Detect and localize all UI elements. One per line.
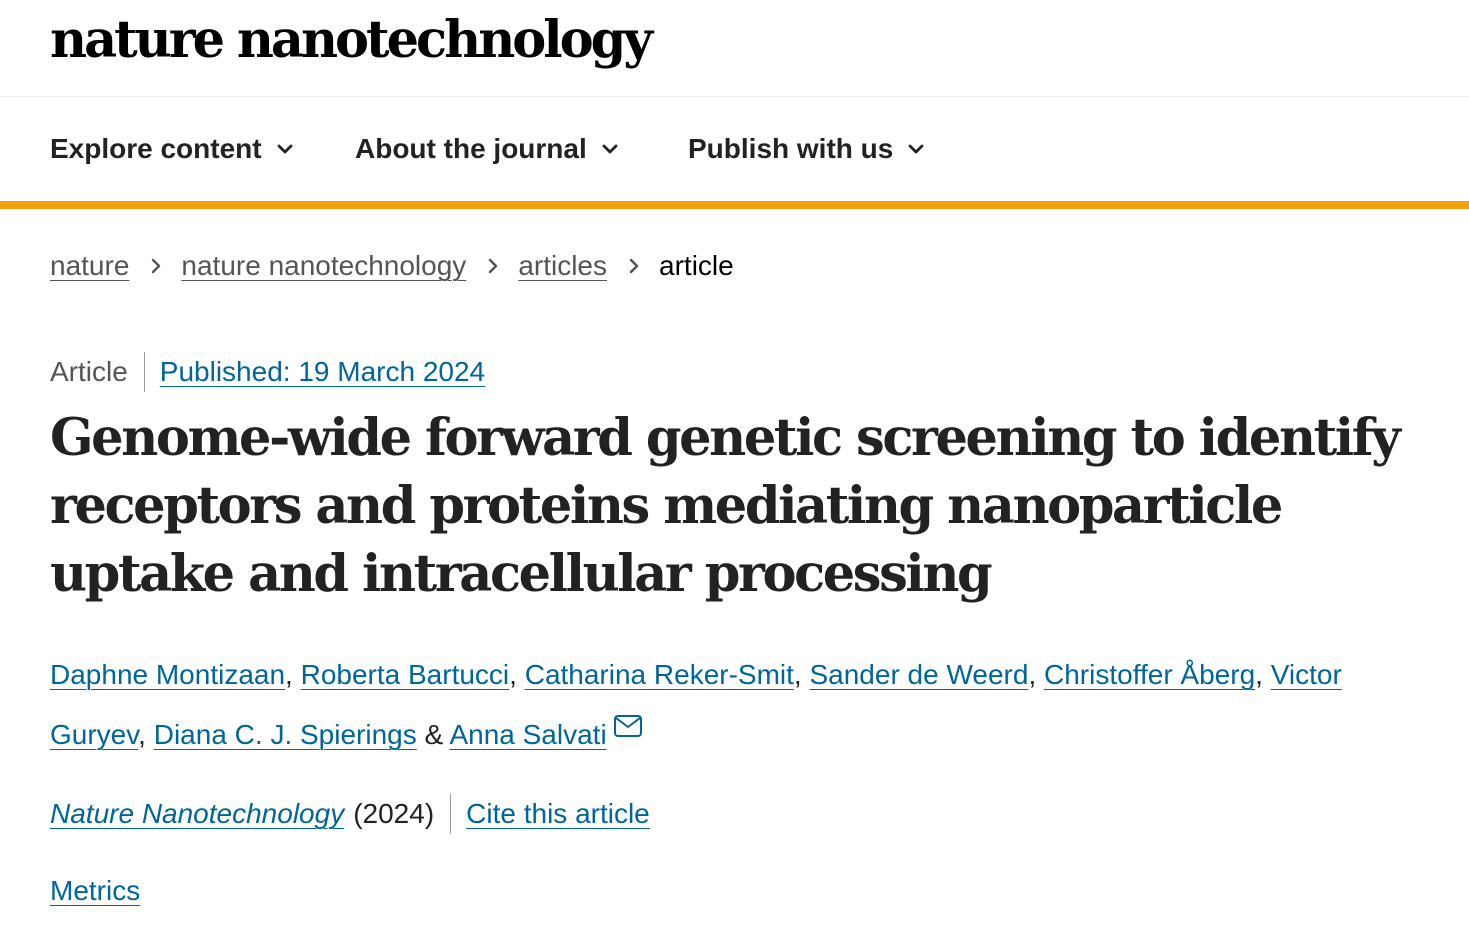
article-title: Genome-wide forward genetic screening to… xyxy=(50,408,1401,604)
author-separator: , xyxy=(509,659,525,690)
breadcrumb-current: article xyxy=(659,250,734,281)
author-separator: , xyxy=(1255,659,1271,690)
author-separator: , xyxy=(1028,659,1045,690)
cite-this-article-link[interactable]: Cite this article xyxy=(466,798,650,830)
nav-item-label: Explore content xyxy=(50,133,262,164)
author-link[interactable]: Sander de Weerd xyxy=(809,659,1028,690)
chevron-down-icon xyxy=(602,144,618,154)
chevron-right-icon xyxy=(489,258,498,274)
breadcrumb-link-nature-nanotechnology[interactable]: nature nanotechnology xyxy=(181,250,466,282)
published-date-link[interactable]: Published: 19 March 2024 xyxy=(160,356,485,388)
nav-item-label: Publish with us xyxy=(688,133,894,164)
metrics-link[interactable]: Metrics xyxy=(50,875,140,906)
chevron-right-icon xyxy=(152,258,161,274)
author-link[interactable]: Daphne Montizaan xyxy=(50,659,285,690)
chevron-down-icon xyxy=(908,144,924,154)
publication-year: (2024) xyxy=(353,798,435,829)
journal-link[interactable]: Nature Nanotechnology xyxy=(50,798,344,830)
breadcrumb: nature nature nanotechnology articles ar… xyxy=(50,246,734,286)
author-link[interactable]: Catharina Reker-Smit xyxy=(525,659,794,690)
breadcrumb-link-nature[interactable]: nature xyxy=(50,250,129,282)
nav-publish-with-us[interactable]: Publish with us xyxy=(688,131,925,167)
citation-line: Nature Nanotechnology (2024) Cite this a… xyxy=(50,794,650,834)
author-link[interactable]: Anna Salvati xyxy=(449,719,606,750)
journal-logo[interactable]: nature nanotechnology xyxy=(50,8,653,72)
divider xyxy=(450,794,452,834)
metrics-section: Metrics xyxy=(50,871,140,911)
nav-explore-content[interactable]: Explore content xyxy=(50,131,294,167)
author-separator: , xyxy=(285,659,301,690)
mail-icon[interactable] xyxy=(613,714,643,738)
author-separator: , xyxy=(793,659,810,690)
article-type: Article xyxy=(50,356,128,387)
chevron-down-icon xyxy=(277,144,292,154)
author-link[interactable]: Roberta Bartucci xyxy=(301,659,510,690)
chevron-right-icon xyxy=(629,258,639,274)
author-list: Daphne Montizaan, Roberta Bartucci, Cath… xyxy=(50,645,1440,765)
article-meta: Article Published: 19 March 2024 xyxy=(50,352,485,392)
nav-about-the-journal[interactable]: About the journal xyxy=(355,131,619,167)
author-separator: & xyxy=(416,719,450,750)
author-separator: , xyxy=(138,719,154,750)
author-link[interactable]: Diana C. J. Spierings xyxy=(154,719,417,750)
site-header: nature nanotechnology xyxy=(0,0,1469,97)
breadcrumb-link-articles[interactable]: articles xyxy=(518,250,607,282)
author-link[interactable]: Christoffer Åberg xyxy=(1044,659,1255,690)
nav-item-label: About the journal xyxy=(355,133,587,164)
main-navigation: Explore content About the journal Publis… xyxy=(0,97,1469,209)
divider xyxy=(143,352,145,392)
